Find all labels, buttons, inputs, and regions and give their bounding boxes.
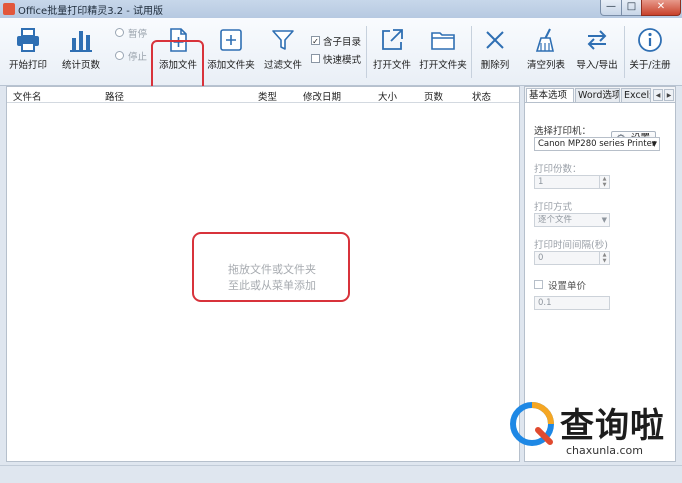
swap-arrows-icon bbox=[587, 30, 607, 50]
print-mode-select[interactable]: 逐个文件 ▼ bbox=[534, 213, 610, 227]
column-header-type[interactable]: 类型 bbox=[258, 89, 277, 103]
column-header-status[interactable]: 状态 bbox=[472, 89, 491, 103]
column-header-modified[interactable]: 修改日期 bbox=[303, 89, 341, 103]
fast-mode-checkbox[interactable] bbox=[311, 54, 320, 63]
info-icon bbox=[638, 28, 662, 52]
pause-radio-icon[interactable] bbox=[115, 28, 124, 37]
watermark-logo-icon bbox=[510, 402, 554, 446]
tab-basic-options[interactable]: 基本选项 bbox=[526, 88, 574, 103]
open-file-label: 打开文件 bbox=[372, 60, 411, 71]
delete-x-icon bbox=[486, 31, 504, 49]
delete-column-button[interactable]: 删除列 bbox=[474, 24, 516, 80]
count-pages-label: 统计页数 bbox=[61, 60, 100, 71]
toolbar: 开始打印 统计页数 暂停 停止 添加文件 ▼ 添加文件夹 bbox=[0, 18, 682, 100]
highlight-drop-area bbox=[192, 232, 350, 302]
filter-icon bbox=[272, 30, 294, 50]
print-interval-label: 打印时间间隔(秒) bbox=[534, 240, 608, 251]
delete-column-label: 删除列 bbox=[480, 60, 510, 71]
import-export-button[interactable]: 导入/导出 bbox=[573, 24, 621, 80]
interval-spinner-icon[interactable]: ▲ ▼ bbox=[599, 252, 609, 264]
include-subdirs-label: 含子目录 bbox=[323, 37, 362, 48]
count-pages-button[interactable]: 统计页数 bbox=[58, 24, 104, 80]
print-interval-input[interactable]: 0 ▲ ▼ bbox=[534, 251, 610, 265]
include-subdirs-checkbox[interactable]: ✓ bbox=[311, 36, 320, 46]
stop-radio-icon[interactable] bbox=[115, 51, 124, 60]
print-mode-label: 打印方式 bbox=[534, 202, 573, 213]
unit-price-value: 0.1 bbox=[538, 298, 552, 308]
open-file-button[interactable]: 打开文件 bbox=[370, 24, 414, 80]
pause-label: 暂停 bbox=[128, 29, 148, 40]
column-header-path[interactable]: 路径 bbox=[105, 89, 124, 103]
tab-word-options[interactable]: Word选项 bbox=[575, 88, 620, 103]
copies-spinner-icon[interactable]: ▲ ▼ bbox=[599, 176, 609, 188]
unit-price-label: 设置单价 bbox=[548, 281, 587, 292]
clear-list-button[interactable]: 清空列表 bbox=[524, 24, 568, 80]
watermark-text: 查询啦 bbox=[560, 406, 665, 446]
about-register-label: 关于/注册 bbox=[629, 60, 671, 71]
start-print-label: 开始打印 bbox=[8, 60, 47, 71]
column-header-name[interactable]: 文件名 bbox=[13, 89, 42, 103]
close-button[interactable]: ✕ bbox=[641, 0, 681, 16]
tab-scroll-right-icon[interactable]: ▶ bbox=[664, 89, 674, 101]
window-title: Office批量打印精灵3.2 - 试用版 bbox=[18, 6, 164, 17]
tab-excel-options[interactable]: Excel选 bbox=[621, 88, 651, 103]
unit-price-checkbox[interactable] bbox=[534, 280, 543, 289]
print-mode-value: 逐个文件 bbox=[538, 215, 573, 225]
add-folder-button[interactable]: 添加文件夹 bbox=[205, 24, 257, 80]
maximize-button[interactable]: □ bbox=[621, 0, 642, 16]
column-header-pages[interactable]: 页数 bbox=[424, 89, 443, 103]
fast-mode-label: 快速模式 bbox=[323, 55, 362, 66]
clear-list-label: 清空列表 bbox=[526, 60, 565, 71]
app-icon bbox=[3, 3, 15, 15]
add-folder-label: 添加文件夹 bbox=[207, 60, 255, 71]
toolbar-separator bbox=[366, 26, 367, 78]
copies-label: 打印份数： bbox=[534, 164, 582, 175]
import-export-label: 导入/导出 bbox=[576, 60, 618, 71]
open-external-icon bbox=[382, 29, 403, 50]
file-list-header: 文件名 路径 类型 修改日期 大小 页数 状态 bbox=[7, 87, 519, 103]
chevron-down-icon: ▼ bbox=[601, 216, 607, 224]
tab-scroll-left-icon[interactable]: ◀ bbox=[653, 89, 663, 101]
open-folder-button[interactable]: 打开文件夹 bbox=[417, 24, 469, 80]
minimize-button[interactable]: — bbox=[600, 0, 622, 16]
title-bar: Office批量打印精灵3.2 - 试用版 — □ ✕ bbox=[0, 0, 682, 18]
stop-label: 停止 bbox=[128, 52, 148, 63]
toolbar-separator bbox=[471, 26, 472, 78]
select-printer-label: 选择打印机： bbox=[534, 126, 592, 137]
printer-icon bbox=[17, 28, 39, 52]
copies-value: 1 bbox=[538, 177, 544, 187]
file-list[interactable]: 文件名 路径 类型 修改日期 大小 页数 状态 拖放文件或文件夹 至此或从菜单添… bbox=[6, 86, 520, 462]
printer-select[interactable]: Canon MP280 series Printer ▼ bbox=[534, 137, 660, 151]
status-bar bbox=[0, 465, 682, 483]
filter-file-button[interactable]: 过滤文件 bbox=[260, 24, 306, 80]
start-print-button[interactable]: 开始打印 bbox=[6, 24, 50, 80]
unit-price-input[interactable]: 0.1 bbox=[534, 296, 610, 310]
printer-select-value: Canon MP280 series Printer bbox=[538, 139, 656, 149]
folder-icon bbox=[431, 32, 455, 50]
column-header-size[interactable]: 大小 bbox=[378, 89, 397, 103]
bar-chart-icon bbox=[70, 31, 92, 52]
add-folder-icon bbox=[220, 29, 242, 51]
print-interval-value: 0 bbox=[538, 253, 544, 263]
toolbar-separator bbox=[624, 26, 625, 78]
watermark-domain: chaxunla.com bbox=[566, 444, 643, 457]
broom-icon bbox=[535, 28, 555, 52]
about-register-button[interactable]: 关于/注册 bbox=[626, 24, 674, 80]
filter-file-label: 过滤文件 bbox=[263, 60, 302, 71]
copies-input[interactable]: 1 ▲ ▼ bbox=[534, 175, 610, 189]
open-folder-label: 打开文件夹 bbox=[419, 60, 467, 71]
chevron-down-icon: ▼ bbox=[651, 140, 657, 148]
